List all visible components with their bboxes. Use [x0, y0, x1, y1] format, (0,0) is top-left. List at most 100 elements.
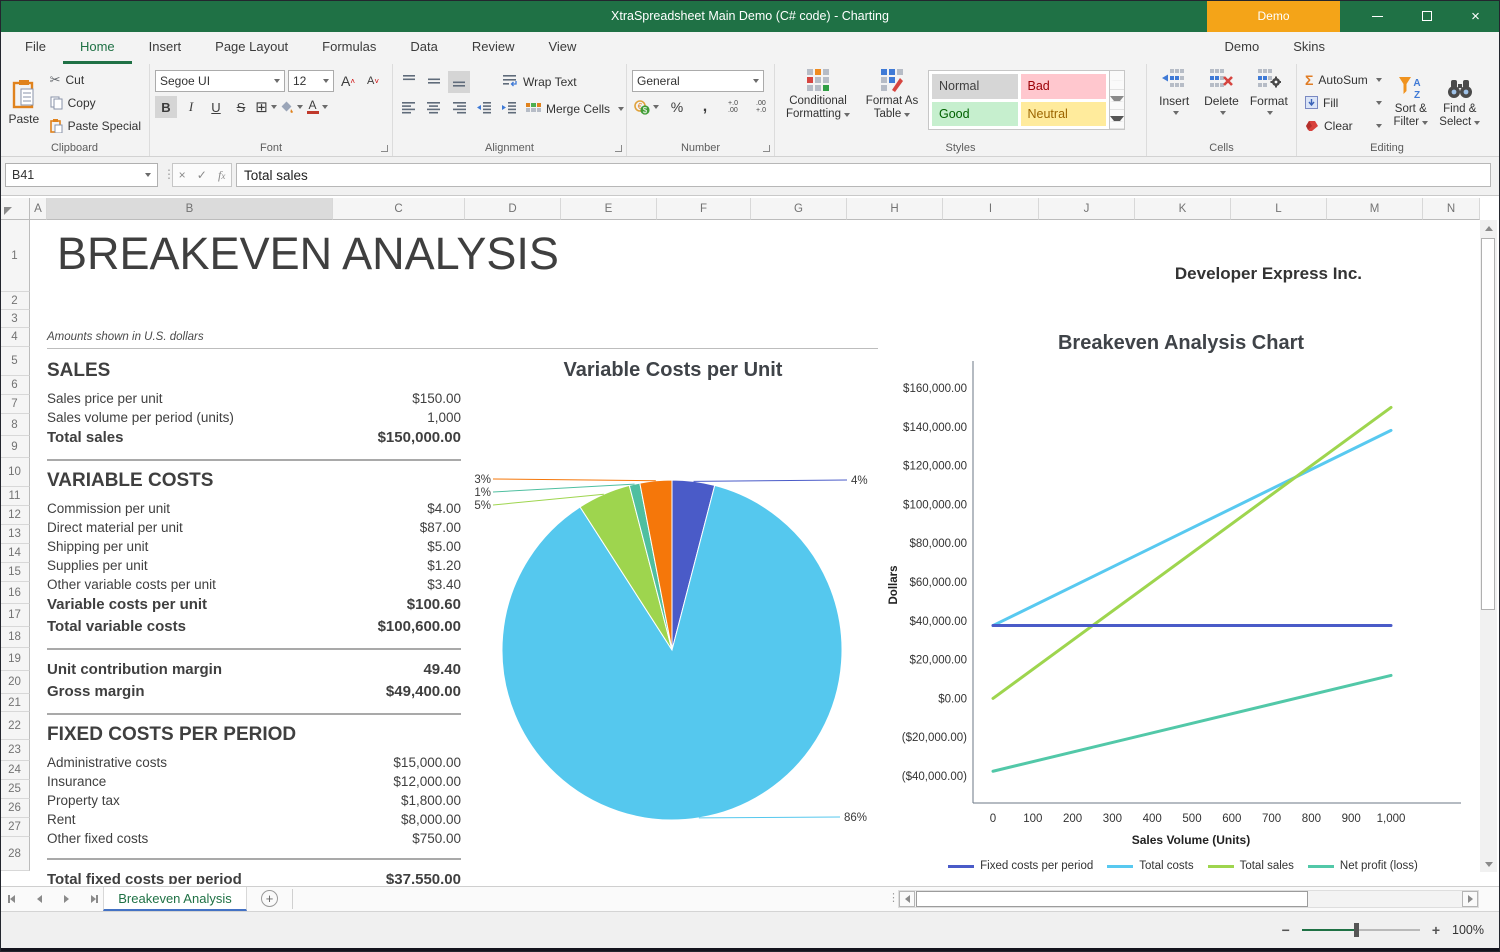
italic-button[interactable]: I [180, 96, 202, 118]
scroll-right-button[interactable] [1462, 891, 1478, 907]
column-header-l[interactable]: L [1231, 198, 1327, 220]
format-cells-button[interactable]: Format [1247, 68, 1291, 115]
tab-skins[interactable]: Skins [1276, 32, 1342, 64]
tab-view[interactable]: View [531, 32, 593, 64]
cut-button[interactable]: ✂Cut [47, 68, 144, 91]
tab-page-layout[interactable]: Page Layout [198, 32, 305, 64]
align-middle-button[interactable] [423, 71, 445, 93]
row-header-16[interactable]: 16 [0, 582, 30, 604]
row-header-26[interactable]: 26 [0, 799, 30, 818]
row-header-24[interactable]: 24 [0, 761, 30, 780]
style-bad[interactable]: Bad [1021, 74, 1107, 99]
find-select-button[interactable]: Find & Select [1437, 68, 1483, 137]
row-header-13[interactable]: 13 [0, 525, 30, 544]
column-header-h[interactable]: H [847, 198, 943, 220]
demo-badge-button[interactable]: Demo [1207, 0, 1340, 32]
row-header-1[interactable]: 1 [0, 220, 30, 292]
style-good[interactable]: Good [932, 102, 1018, 127]
number-dialog-launcher[interactable] [763, 145, 770, 152]
column-header-a[interactable]: A [30, 198, 47, 220]
row-header-12[interactable]: 12 [0, 506, 30, 525]
comma-style-button[interactable]: , [694, 96, 716, 118]
autosum-button[interactable]: ΣAutoSum [1302, 68, 1385, 91]
column-header-n[interactable]: N [1423, 198, 1480, 220]
row-header-27[interactable]: 27 [0, 818, 30, 837]
bold-button[interactable]: B [155, 96, 177, 118]
delete-cells-button[interactable]: Delete [1199, 68, 1243, 115]
increase-indent-button[interactable] [498, 98, 520, 120]
style-normal[interactable]: Normal [932, 74, 1018, 99]
merge-cells-button[interactable]: Merge Cells [523, 97, 627, 120]
row-header-28[interactable]: 28 [0, 837, 30, 871]
row-header-8[interactable]: 8 [0, 414, 30, 436]
row-header-6[interactable]: 6 [0, 376, 30, 395]
tab-formulas[interactable]: Formulas [305, 32, 393, 64]
fill-color-button[interactable] [280, 96, 303, 118]
scroll-down-button[interactable] [1480, 856, 1497, 872]
conditional-formatting-button[interactable]: Conditional Formatting [780, 68, 856, 121]
zoom-slider[interactable] [1302, 929, 1420, 931]
confirm-entry-button[interactable]: ✓ [197, 168, 207, 182]
row-header-22[interactable]: 22 [0, 712, 30, 740]
tab-review[interactable]: Review [455, 32, 532, 64]
cancel-entry-button[interactable]: × [179, 168, 186, 182]
row-header-5[interactable]: 5 [0, 347, 30, 376]
insert-function-button[interactable]: fx [218, 168, 225, 183]
increase-decimal-button[interactable]: +.0.00 [722, 96, 744, 118]
format-as-table-button[interactable]: Format As Table [860, 68, 924, 121]
tab-demo[interactable]: Demo [1208, 32, 1277, 64]
column-header-m[interactable]: M [1327, 198, 1423, 220]
sheet-tab-breakeven-analysis[interactable]: Breakeven Analysis [103, 887, 247, 911]
last-sheet-button[interactable] [91, 895, 98, 903]
font-size-select[interactable]: 12 [288, 70, 334, 92]
column-header-f[interactable]: F [657, 198, 751, 220]
column-header-i[interactable]: I [943, 198, 1039, 220]
decrease-decimal-button[interactable]: .00+.0 [750, 96, 772, 118]
scroll-up-button[interactable] [1480, 220, 1497, 236]
accounting-format-button[interactable]: €$ [632, 96, 660, 118]
first-sheet-button[interactable] [8, 895, 15, 903]
tab-insert[interactable]: Insert [132, 32, 199, 64]
font-color-button[interactable]: A [306, 96, 328, 118]
paste-special-button[interactable]: Paste Special [47, 114, 144, 137]
strikethrough-button[interactable]: S [230, 96, 252, 118]
row-header-9[interactable]: 9 [0, 436, 30, 458]
number-format-select[interactable]: General [632, 70, 764, 92]
column-header-d[interactable]: D [465, 198, 561, 220]
close-button[interactable]: × [1451, 0, 1500, 32]
add-sheet-button[interactable]: + [261, 890, 278, 907]
row-header-11[interactable]: 11 [0, 487, 30, 506]
percent-style-button[interactable]: % [666, 96, 688, 118]
column-header-c[interactable]: C [333, 198, 465, 220]
underline-button[interactable]: U [205, 96, 227, 118]
pie-chart[interactable]: Variable Costs per Unit4%86%5%1%3% [463, 350, 883, 865]
align-bottom-button[interactable] [448, 71, 470, 93]
shrink-font-button[interactable]: A˅ [362, 70, 384, 92]
row-header-20[interactable]: 20 [0, 671, 30, 694]
select-all-corner[interactable] [0, 198, 30, 220]
clear-button[interactable]: Clear [1302, 114, 1385, 137]
row-header-25[interactable]: 25 [0, 780, 30, 799]
row-header-3[interactable]: 3 [0, 310, 30, 328]
alignment-dialog-launcher[interactable] [615, 145, 622, 152]
row-header-17[interactable]: 17 [0, 604, 30, 627]
minimize-button[interactable] [1353, 0, 1402, 32]
align-top-button[interactable] [398, 71, 420, 93]
next-sheet-button[interactable] [64, 895, 69, 903]
row-header-21[interactable]: 21 [0, 694, 30, 712]
tab-data[interactable]: Data [393, 32, 454, 64]
font-family-select[interactable]: Segoe UI [155, 70, 285, 92]
previous-sheet-button[interactable] [37, 895, 42, 903]
breakeven-line-chart[interactable]: Breakeven Analysis Chart$160,000.00$140,… [883, 323, 1480, 863]
name-box[interactable]: B41 [5, 163, 158, 187]
align-right-button[interactable] [448, 98, 470, 120]
row-header-23[interactable]: 23 [0, 740, 30, 761]
borders-button[interactable]: ⊞ [255, 96, 277, 118]
align-left-button[interactable] [398, 98, 420, 120]
row-header-19[interactable]: 19 [0, 648, 30, 671]
tab-home[interactable]: Home [63, 32, 132, 64]
align-center-button[interactable] [423, 98, 445, 120]
zoom-out-button[interactable]: − [1282, 922, 1290, 938]
insert-cells-button[interactable]: Insert [1152, 68, 1196, 115]
decrease-indent-button[interactable] [473, 98, 495, 120]
